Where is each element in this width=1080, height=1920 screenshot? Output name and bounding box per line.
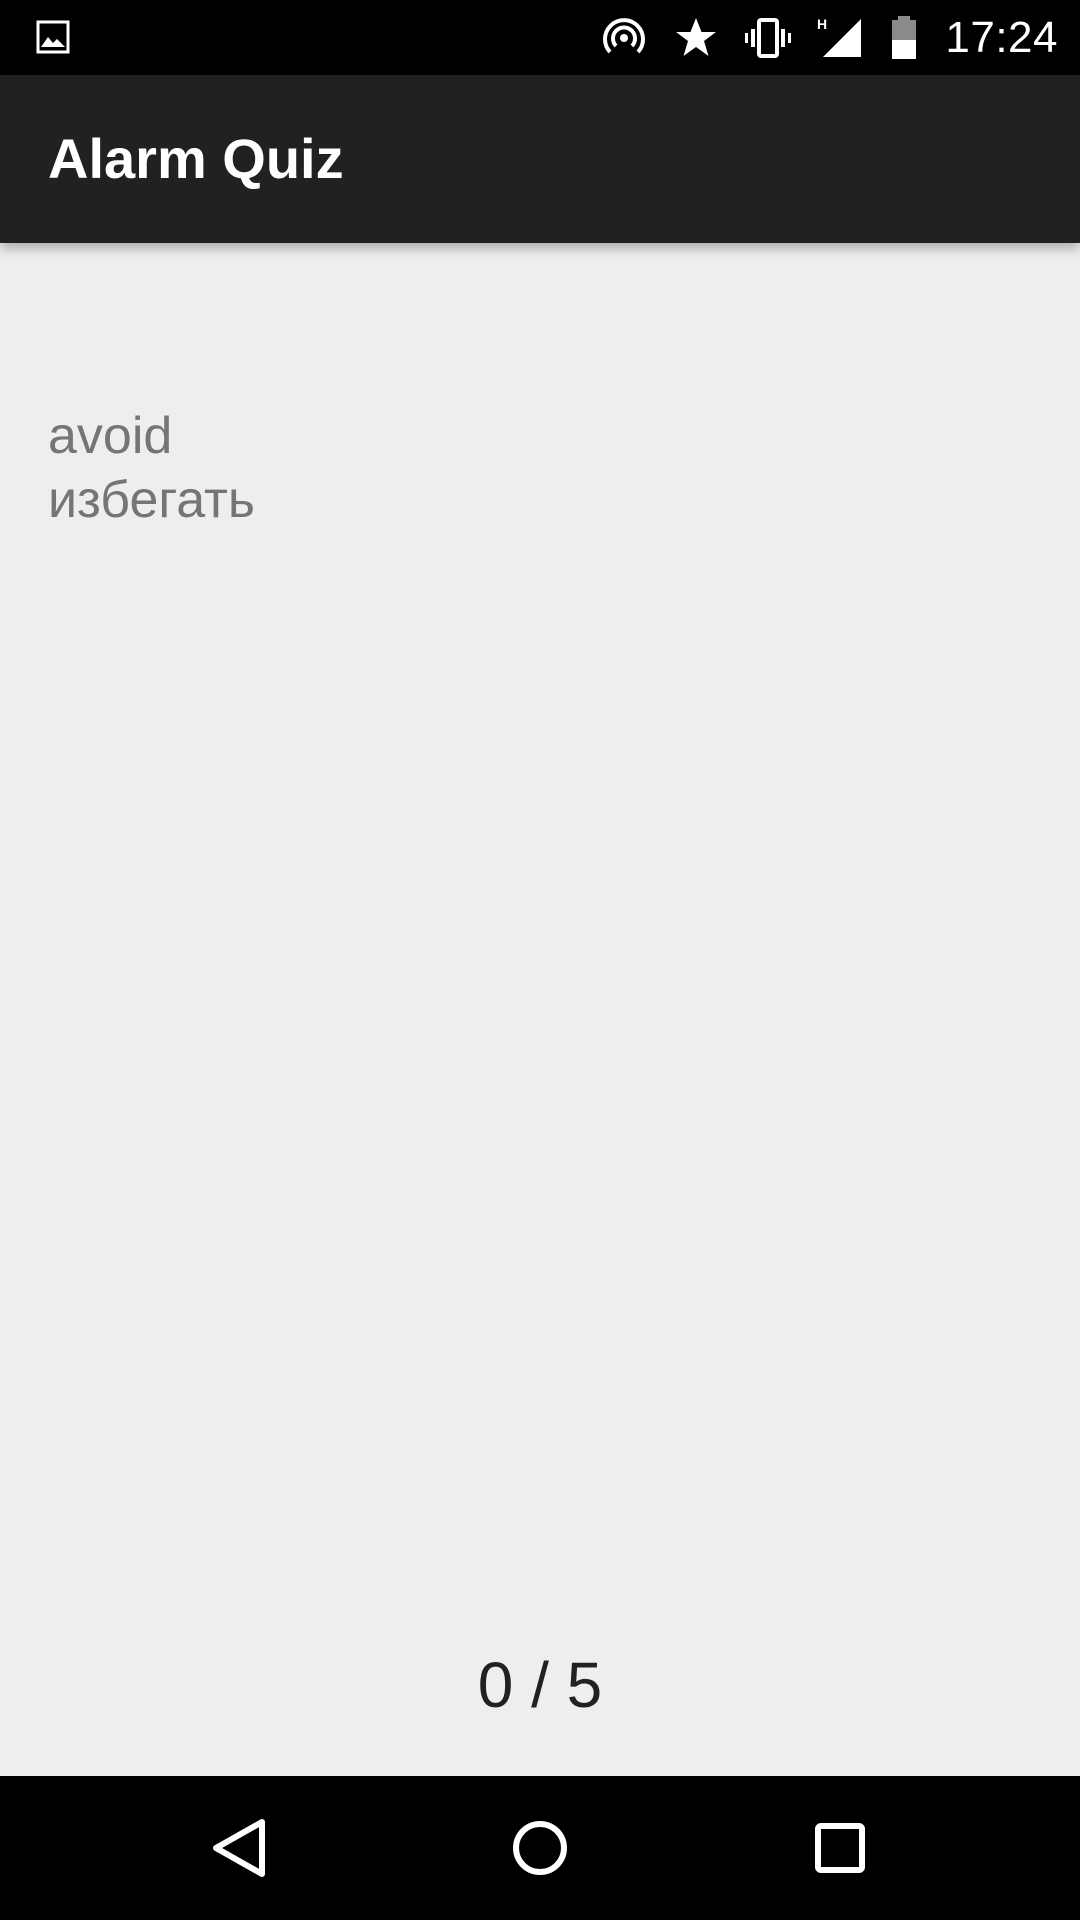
- network-type-label: H: [817, 16, 827, 32]
- quiz-word-card: avoid избегать: [48, 404, 255, 532]
- back-button[interactable]: [198, 1806, 282, 1890]
- home-icon: [498, 1806, 582, 1890]
- app-bar: Alarm Quiz: [0, 75, 1080, 243]
- back-icon: [198, 1806, 282, 1890]
- home-button[interactable]: [498, 1806, 582, 1890]
- status-time: 17:24: [945, 13, 1058, 62]
- quiz-progress: 0 / 5: [477, 1649, 603, 1721]
- app-title: Alarm Quiz: [48, 127, 344, 190]
- star-icon: [673, 15, 719, 61]
- navigation-bar: [0, 1776, 1080, 1920]
- battery-icon: [889, 15, 919, 61]
- hotspot-icon: [601, 15, 647, 61]
- gallery-notification-icon: [36, 20, 70, 54]
- status-icons: H 17:24: [601, 0, 1058, 75]
- recents-icon: [798, 1806, 882, 1890]
- status-bar: H 17:24: [0, 0, 1080, 75]
- recents-button[interactable]: [798, 1806, 882, 1890]
- quiz-word: avoid: [48, 407, 173, 465]
- quiz-translation: избегать: [48, 471, 255, 529]
- vibrate-icon: [745, 15, 792, 61]
- screen: H 17:24 Alarm Quiz avoid избегать 0 / 5: [0, 0, 1080, 1920]
- signal-icon: H: [817, 15, 863, 61]
